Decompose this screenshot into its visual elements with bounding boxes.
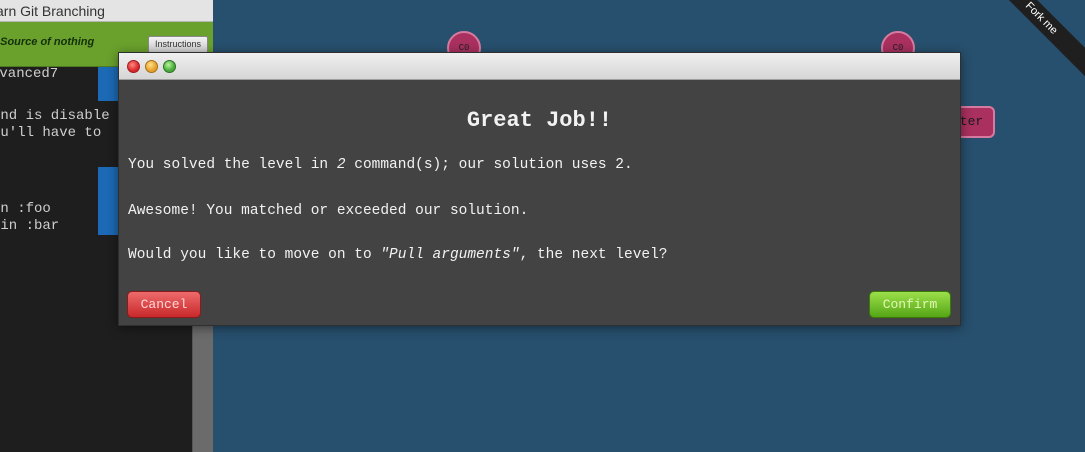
dialog-body: Great Job!! You solved the level in 2 co… [119, 81, 960, 325]
command-count: 2 [336, 157, 346, 173]
result-message: Awesome! You matched or exceeded our sol… [128, 203, 529, 219]
prompt-suffix: , the next level? [519, 247, 668, 263]
fork-me-label: Fork me [1022, 0, 1060, 37]
terminal-line: in :foo [0, 201, 51, 217]
instructions-button[interactable]: Instructions [148, 36, 208, 53]
terminal-line: gin :bar [0, 218, 60, 234]
dialog-heading: Great Job!! [466, 108, 613, 133]
command-highlight [98, 67, 118, 101]
terminal-line: dvanced7 [0, 66, 59, 82]
summary-prefix: You solved the level in [128, 157, 337, 173]
prompt-prefix: Would you like to move on to [128, 247, 381, 263]
app-title: arn Git Branching [0, 3, 105, 19]
branch-label: ster [958, 106, 995, 138]
minimize-window-icon[interactable] [145, 60, 158, 73]
close-window-icon[interactable] [127, 60, 140, 73]
dialog-title-bar [119, 53, 960, 80]
goal-text: l Source of nothing [0, 36, 95, 48]
terminal-line: and is disable [0, 108, 110, 124]
terminal-line: ou'll have to [0, 125, 102, 141]
maximize-window-icon[interactable] [163, 60, 176, 73]
cancel-button[interactable]: Cancel [127, 291, 201, 318]
summary-suffix: command(s); our solution uses 2. [345, 157, 633, 173]
next-level-prompt: Would you like to move on to "Pull argum… [128, 247, 668, 263]
app-title-bar: arn Git Branching [0, 0, 213, 22]
next-level-name: "Pull arguments" [380, 247, 520, 263]
command-highlight [98, 167, 118, 235]
fork-me-ribbon[interactable]: Fork me [990, 0, 1085, 81]
branch-label-text: ster [958, 114, 984, 129]
confirm-button[interactable]: Confirm [869, 291, 951, 318]
solution-summary: You solved the level in 2 command(s); ou… [128, 157, 633, 173]
level-complete-dialog: Great Job!! You solved the level in 2 co… [118, 52, 961, 326]
